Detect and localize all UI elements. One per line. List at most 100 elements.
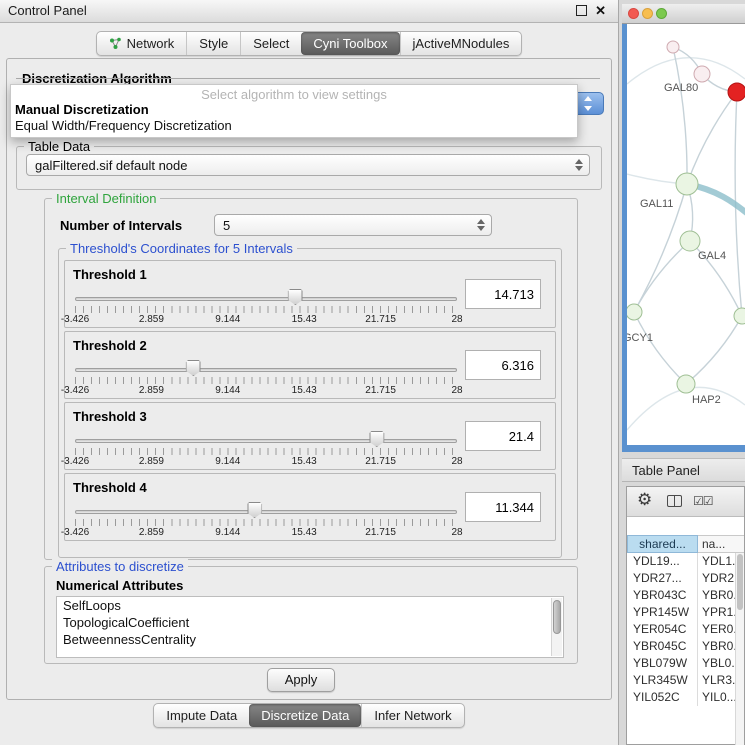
threshold-1-value-field[interactable]: 14.713 xyxy=(465,279,541,309)
threshold-3-slider[interactable]: -3.4262.8599.14415.4321.71528 xyxy=(75,427,457,467)
slider-track[interactable] xyxy=(75,368,457,372)
numerical-attributes-list[interactable]: SelfLoopsTopologicalCoefficientBetweenne… xyxy=(56,596,564,658)
slider-thumb[interactable] xyxy=(369,431,384,447)
network-edge[interactable] xyxy=(686,316,742,384)
scale-label: 9.144 xyxy=(215,314,240,325)
minimize-button[interactable] xyxy=(642,8,653,19)
threshold-2-value-field[interactable]: 6.316 xyxy=(465,350,541,380)
network-canvas[interactable]: GAL80GAL11GAL4GCY1HAP2 xyxy=(627,24,745,445)
apply-button[interactable]: Apply xyxy=(267,668,335,692)
columns-icon[interactable] xyxy=(667,495,682,507)
table-cell[interactable]: YDR2... xyxy=(698,570,737,587)
dropdown-placeholder-option[interactable]: Select algorithm to view settings xyxy=(11,87,577,102)
table-cell[interactable]: YLR345W xyxy=(627,672,698,689)
network-edge[interactable] xyxy=(687,92,737,184)
tab-select[interactable]: Select xyxy=(240,32,301,55)
table-cell[interactable]: YIL052C xyxy=(627,689,698,706)
table-cell[interactable]: YBR043C xyxy=(627,587,698,604)
attribute-list-item[interactable]: SelfLoops xyxy=(57,597,563,614)
column-header-name[interactable]: na... xyxy=(698,535,744,553)
network-edge[interactable] xyxy=(627,58,745,84)
scale-label: -3.426 xyxy=(61,527,89,538)
slider-track[interactable] xyxy=(75,439,457,443)
network-edge[interactable] xyxy=(634,312,686,384)
tab-discretize-data[interactable]: Discretize Data xyxy=(249,704,361,727)
table-cell[interactable]: YBR0... xyxy=(698,587,737,604)
network-node[interactable] xyxy=(728,83,745,101)
threshold-1-slider[interactable]: -3.4262.8599.14415.4321.71528 xyxy=(75,285,457,325)
slider-thumb[interactable] xyxy=(288,289,303,305)
table-cell[interactable]: YBL079W xyxy=(627,655,698,672)
dropdown-option-manual-discretization[interactable]: Manual Discretization xyxy=(15,102,149,117)
tab-infer-network[interactable]: Infer Network xyxy=(361,704,463,727)
zoom-button[interactable] xyxy=(656,8,667,19)
slider-thumb[interactable] xyxy=(186,360,201,376)
table-scrollbar[interactable] xyxy=(735,553,744,745)
scale-label: -3.426 xyxy=(61,456,89,467)
table-row[interactable]: YBR043CYBR0... xyxy=(627,587,737,604)
node-label: GAL80 xyxy=(664,82,698,94)
gear-icon[interactable]: ⚙ xyxy=(637,490,652,510)
dropdown-option-equal-width[interactable]: Equal Width/Frequency Discretization xyxy=(15,118,232,133)
table-cell[interactable]: YBL0... xyxy=(698,655,737,672)
network-node[interactable] xyxy=(677,375,695,393)
table-row[interactable]: YBR045CYBR0... xyxy=(627,638,737,655)
table-cell[interactable]: YER0... xyxy=(698,621,737,638)
attributes-scrollbar[interactable] xyxy=(551,598,562,656)
network-edge[interactable] xyxy=(673,47,687,184)
column-header-shared[interactable]: shared... xyxy=(627,535,698,553)
table-row[interactable]: YBL079WYBL0... xyxy=(627,655,737,672)
scale-label: 9.144 xyxy=(215,456,240,467)
slider-thumb[interactable] xyxy=(247,502,262,518)
table-row[interactable]: YPR145WYPR1... xyxy=(627,604,737,621)
table-panel-title: Table Panel xyxy=(632,463,700,478)
table-data-combobox[interactable]: galFiltered.sif default node xyxy=(26,154,590,176)
float-window-icon[interactable] xyxy=(576,5,587,16)
tab-impute-data[interactable]: Impute Data xyxy=(154,704,249,727)
close-icon[interactable]: ✕ xyxy=(595,4,606,17)
network-edge[interactable] xyxy=(634,241,690,312)
table-row[interactable]: YDL19...YDL1... xyxy=(627,553,737,570)
table-cell[interactable]: YDL19... xyxy=(627,553,698,570)
network-node[interactable] xyxy=(667,41,679,53)
select-all-checkboxes-icon[interactable]: ☑☑ xyxy=(693,494,713,508)
scrollbar-thumb[interactable] xyxy=(737,554,743,610)
table-data-group-label: Table Data xyxy=(24,139,94,154)
network-node[interactable] xyxy=(734,308,745,324)
attribute-list-item[interactable]: BetweennessCentrality xyxy=(57,631,563,648)
number-of-intervals-combobox[interactable]: 5 xyxy=(214,214,492,236)
thresholds-group-label: Threshold's Coordinates for 5 Intervals xyxy=(66,241,297,256)
attribute-list-item[interactable]: TopologicalCoefficient xyxy=(57,614,563,631)
threshold-2-slider[interactable]: -3.4262.8599.14415.4321.71528 xyxy=(75,356,457,396)
network-edge[interactable] xyxy=(627,387,745,430)
slider-track[interactable] xyxy=(75,297,457,301)
table-cell[interactable]: YDR27... xyxy=(627,570,698,587)
threshold-4-slider[interactable]: -3.4262.8599.14415.4321.71528 xyxy=(75,498,457,538)
table-cell[interactable]: YLR3... xyxy=(698,672,737,689)
table-row[interactable]: YIL052CYIL0... xyxy=(627,689,737,706)
tab-cyni-toolbox[interactable]: Cyni Toolbox xyxy=(301,32,399,55)
table-cell[interactable]: YIL0... xyxy=(698,689,737,706)
table-panel-header[interactable]: Table Panel xyxy=(622,458,745,482)
table-cell[interactable]: YPR145W xyxy=(627,604,698,621)
table-cell[interactable]: YPR1... xyxy=(698,604,737,621)
slider-track[interactable] xyxy=(75,510,457,514)
tab-network[interactable]: Network xyxy=(97,32,187,55)
network-node[interactable] xyxy=(676,173,698,195)
scrollbar-thumb[interactable] xyxy=(553,600,561,634)
table-cell[interactable]: YER054C xyxy=(627,621,698,638)
table-cell[interactable]: YBR045C xyxy=(627,638,698,655)
table-cell[interactable]: YDL1... xyxy=(698,553,737,570)
close-button[interactable] xyxy=(628,8,639,19)
network-node[interactable] xyxy=(694,66,710,82)
threshold-3-value-field[interactable]: 21.4 xyxy=(465,421,541,451)
tab-jactivemnodules[interactable]: jActiveMNodules xyxy=(400,32,522,55)
table-row[interactable]: YLR345WYLR3... xyxy=(627,672,737,689)
table-cell[interactable]: YBR0... xyxy=(698,638,737,655)
tab-style[interactable]: Style xyxy=(186,32,240,55)
network-node[interactable] xyxy=(627,304,642,320)
table-row[interactable]: YDR27...YDR2... xyxy=(627,570,737,587)
threshold-4-value-field[interactable]: 11.344 xyxy=(465,492,541,522)
network-node[interactable] xyxy=(680,231,700,251)
table-row[interactable]: YER054CYER0... xyxy=(627,621,737,638)
